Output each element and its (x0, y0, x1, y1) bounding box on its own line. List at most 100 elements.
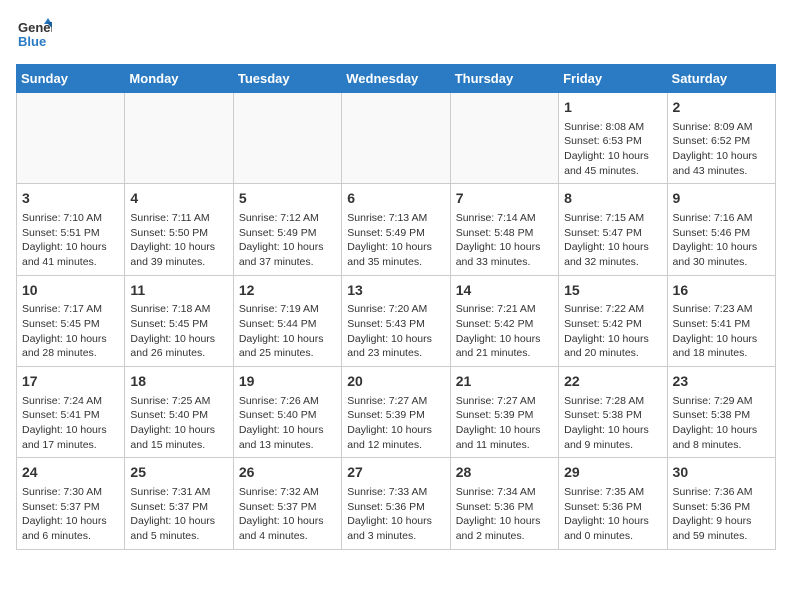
day-info: Sunrise: 7:26 AMSunset: 5:40 PMDaylight:… (239, 394, 336, 453)
calendar-cell: 13Sunrise: 7:20 AMSunset: 5:43 PMDayligh… (342, 275, 450, 366)
calendar-cell: 14Sunrise: 7:21 AMSunset: 5:42 PMDayligh… (450, 275, 558, 366)
day-info: Sunrise: 7:34 AMSunset: 5:36 PMDaylight:… (456, 485, 553, 544)
day-info: Sunrise: 7:21 AMSunset: 5:42 PMDaylight:… (456, 302, 553, 361)
calendar-cell: 9Sunrise: 7:16 AMSunset: 5:46 PMDaylight… (667, 184, 775, 275)
day-number: 14 (456, 281, 553, 301)
calendar-cell: 10Sunrise: 7:17 AMSunset: 5:45 PMDayligh… (17, 275, 125, 366)
day-info: Sunrise: 7:35 AMSunset: 5:36 PMDaylight:… (564, 485, 661, 544)
calendar-cell: 22Sunrise: 7:28 AMSunset: 5:38 PMDayligh… (559, 367, 667, 458)
calendar-cell: 4Sunrise: 7:11 AMSunset: 5:50 PMDaylight… (125, 184, 233, 275)
calendar-cell: 28Sunrise: 7:34 AMSunset: 5:36 PMDayligh… (450, 458, 558, 549)
calendar-week-4: 17Sunrise: 7:24 AMSunset: 5:41 PMDayligh… (17, 367, 776, 458)
day-info: Sunrise: 7:28 AMSunset: 5:38 PMDaylight:… (564, 394, 661, 453)
day-number: 27 (347, 463, 444, 483)
logo-icon: General Blue (16, 16, 52, 52)
calendar-cell (450, 93, 558, 184)
day-info: Sunrise: 7:18 AMSunset: 5:45 PMDaylight:… (130, 302, 227, 361)
day-info: Sunrise: 7:22 AMSunset: 5:42 PMDaylight:… (564, 302, 661, 361)
calendar-cell: 30Sunrise: 7:36 AMSunset: 5:36 PMDayligh… (667, 458, 775, 549)
calendar-cell: 17Sunrise: 7:24 AMSunset: 5:41 PMDayligh… (17, 367, 125, 458)
day-info: Sunrise: 7:12 AMSunset: 5:49 PMDaylight:… (239, 211, 336, 270)
calendar-cell: 16Sunrise: 7:23 AMSunset: 5:41 PMDayligh… (667, 275, 775, 366)
day-info: Sunrise: 7:17 AMSunset: 5:45 PMDaylight:… (22, 302, 119, 361)
calendar-cell: 24Sunrise: 7:30 AMSunset: 5:37 PMDayligh… (17, 458, 125, 549)
day-info: Sunrise: 7:20 AMSunset: 5:43 PMDaylight:… (347, 302, 444, 361)
day-number: 4 (130, 189, 227, 209)
day-number: 11 (130, 281, 227, 301)
day-info: Sunrise: 7:15 AMSunset: 5:47 PMDaylight:… (564, 211, 661, 270)
calendar-cell: 15Sunrise: 7:22 AMSunset: 5:42 PMDayligh… (559, 275, 667, 366)
calendar: SundayMondayTuesdayWednesdayThursdayFrid… (16, 64, 776, 550)
weekday-header-thursday: Thursday (450, 65, 558, 93)
calendar-cell: 3Sunrise: 7:10 AMSunset: 5:51 PMDaylight… (17, 184, 125, 275)
calendar-cell: 18Sunrise: 7:25 AMSunset: 5:40 PMDayligh… (125, 367, 233, 458)
calendar-week-2: 3Sunrise: 7:10 AMSunset: 5:51 PMDaylight… (17, 184, 776, 275)
day-info: Sunrise: 7:27 AMSunset: 5:39 PMDaylight:… (347, 394, 444, 453)
day-number: 29 (564, 463, 661, 483)
calendar-cell: 23Sunrise: 7:29 AMSunset: 5:38 PMDayligh… (667, 367, 775, 458)
day-number: 9 (673, 189, 770, 209)
day-info: Sunrise: 7:10 AMSunset: 5:51 PMDaylight:… (22, 211, 119, 270)
weekday-header-sunday: Sunday (17, 65, 125, 93)
weekday-header-monday: Monday (125, 65, 233, 93)
logo: General Blue (16, 16, 52, 52)
svg-text:Blue: Blue (18, 34, 46, 49)
day-number: 12 (239, 281, 336, 301)
calendar-cell: 27Sunrise: 7:33 AMSunset: 5:36 PMDayligh… (342, 458, 450, 549)
day-number: 8 (564, 189, 661, 209)
calendar-cell (233, 93, 341, 184)
calendar-cell: 25Sunrise: 7:31 AMSunset: 5:37 PMDayligh… (125, 458, 233, 549)
calendar-cell: 20Sunrise: 7:27 AMSunset: 5:39 PMDayligh… (342, 367, 450, 458)
calendar-body: 1Sunrise: 8:08 AMSunset: 6:53 PMDaylight… (17, 93, 776, 550)
day-info: Sunrise: 7:13 AMSunset: 5:49 PMDaylight:… (347, 211, 444, 270)
day-number: 20 (347, 372, 444, 392)
calendar-week-5: 24Sunrise: 7:30 AMSunset: 5:37 PMDayligh… (17, 458, 776, 549)
day-number: 15 (564, 281, 661, 301)
calendar-cell: 21Sunrise: 7:27 AMSunset: 5:39 PMDayligh… (450, 367, 558, 458)
day-number: 13 (347, 281, 444, 301)
day-info: Sunrise: 7:24 AMSunset: 5:41 PMDaylight:… (22, 394, 119, 453)
day-number: 23 (673, 372, 770, 392)
calendar-cell: 11Sunrise: 7:18 AMSunset: 5:45 PMDayligh… (125, 275, 233, 366)
day-number: 30 (673, 463, 770, 483)
weekday-header-friday: Friday (559, 65, 667, 93)
header: General Blue (16, 16, 776, 52)
calendar-cell: 8Sunrise: 7:15 AMSunset: 5:47 PMDaylight… (559, 184, 667, 275)
day-number: 5 (239, 189, 336, 209)
day-info: Sunrise: 7:14 AMSunset: 5:48 PMDaylight:… (456, 211, 553, 270)
day-number: 17 (22, 372, 119, 392)
day-info: Sunrise: 7:31 AMSunset: 5:37 PMDaylight:… (130, 485, 227, 544)
day-number: 25 (130, 463, 227, 483)
day-info: Sunrise: 7:33 AMSunset: 5:36 PMDaylight:… (347, 485, 444, 544)
calendar-header: SundayMondayTuesdayWednesdayThursdayFrid… (17, 65, 776, 93)
day-info: Sunrise: 7:19 AMSunset: 5:44 PMDaylight:… (239, 302, 336, 361)
calendar-cell: 12Sunrise: 7:19 AMSunset: 5:44 PMDayligh… (233, 275, 341, 366)
day-number: 19 (239, 372, 336, 392)
day-number: 21 (456, 372, 553, 392)
calendar-cell: 6Sunrise: 7:13 AMSunset: 5:49 PMDaylight… (342, 184, 450, 275)
calendar-cell: 5Sunrise: 7:12 AMSunset: 5:49 PMDaylight… (233, 184, 341, 275)
day-number: 24 (22, 463, 119, 483)
day-number: 18 (130, 372, 227, 392)
day-info: Sunrise: 7:27 AMSunset: 5:39 PMDaylight:… (456, 394, 553, 453)
weekday-header-tuesday: Tuesday (233, 65, 341, 93)
day-number: 10 (22, 281, 119, 301)
calendar-cell: 7Sunrise: 7:14 AMSunset: 5:48 PMDaylight… (450, 184, 558, 275)
calendar-cell: 26Sunrise: 7:32 AMSunset: 5:37 PMDayligh… (233, 458, 341, 549)
day-info: Sunrise: 7:25 AMSunset: 5:40 PMDaylight:… (130, 394, 227, 453)
day-info: Sunrise: 7:11 AMSunset: 5:50 PMDaylight:… (130, 211, 227, 270)
day-info: Sunrise: 7:36 AMSunset: 5:36 PMDaylight:… (673, 485, 770, 544)
weekday-header-saturday: Saturday (667, 65, 775, 93)
day-info: Sunrise: 7:16 AMSunset: 5:46 PMDaylight:… (673, 211, 770, 270)
day-number: 2 (673, 98, 770, 118)
day-number: 26 (239, 463, 336, 483)
day-number: 22 (564, 372, 661, 392)
calendar-cell (342, 93, 450, 184)
day-number: 1 (564, 98, 661, 118)
day-info: Sunrise: 7:29 AMSunset: 5:38 PMDaylight:… (673, 394, 770, 453)
day-info: Sunrise: 7:32 AMSunset: 5:37 PMDaylight:… (239, 485, 336, 544)
day-number: 28 (456, 463, 553, 483)
calendar-week-3: 10Sunrise: 7:17 AMSunset: 5:45 PMDayligh… (17, 275, 776, 366)
day-number: 16 (673, 281, 770, 301)
calendar-cell (125, 93, 233, 184)
